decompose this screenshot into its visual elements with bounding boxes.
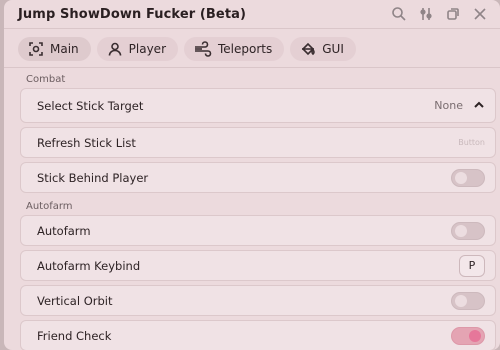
autofarm-toggle[interactable] <box>451 221 485 240</box>
autofarm-keybind-row: Autofarm Keybind P <box>20 250 496 281</box>
window-title: Jump ShowDown Fucker (Beta) <box>18 6 247 22</box>
minimize-icon[interactable] <box>443 4 463 24</box>
friend-check-toggle[interactable] <box>451 326 485 345</box>
tab-gui-label: GUI <box>322 42 344 56</box>
friend-check-row: Friend Check <box>20 320 496 350</box>
tab-gui[interactable]: GUI <box>290 37 356 61</box>
toggle-knob <box>469 329 481 342</box>
tab-player[interactable]: Player <box>96 37 178 61</box>
tabs-divider <box>4 67 500 68</box>
vertical-orbit-row: Vertical Orbit <box>20 285 496 316</box>
tab-bar: Main Player Teleports GUI <box>4 29 500 67</box>
vertical-orbit-toggle[interactable] <box>451 291 485 310</box>
autofarm-keybind-button[interactable]: P <box>459 254 485 277</box>
tab-main-label: Main <box>50 42 79 56</box>
stick-behind-player-label: Stick Behind Player <box>37 170 149 185</box>
select-stick-target-dropdown[interactable]: Select Stick Target None <box>20 88 496 123</box>
tab-teleports[interactable]: Teleports <box>184 37 285 61</box>
app-window: Jump ShowDown Fucker (Beta) Main Player <box>4 0 500 350</box>
titlebar-controls <box>389 4 490 24</box>
stick-behind-player-row: Stick Behind Player <box>20 162 496 193</box>
refresh-stick-list-button[interactable]: Refresh Stick List Button <box>20 127 496 158</box>
select-stick-target-label: Select Stick Target <box>37 98 144 113</box>
toggle-knob <box>455 294 467 307</box>
autofarm-label: Autofarm <box>37 223 91 238</box>
chevron-up-icon <box>473 99 485 113</box>
paint-bucket-icon <box>302 42 316 56</box>
wind-icon <box>195 41 212 57</box>
title-bar: Jump ShowDown Fucker (Beta) <box>4 0 500 28</box>
refresh-stick-list-label: Refresh Stick List <box>37 135 136 150</box>
target-icon <box>29 42 43 56</box>
section-header-combat: Combat <box>26 73 66 85</box>
section-header-autofarm: Autofarm <box>26 200 73 212</box>
toggle-knob <box>455 224 467 237</box>
search-icon[interactable] <box>389 4 409 24</box>
autofarm-row: Autofarm <box>20 215 496 246</box>
vertical-orbit-label: Vertical Orbit <box>37 293 113 308</box>
tab-main[interactable]: Main <box>18 37 91 61</box>
close-icon[interactable] <box>470 4 490 24</box>
button-hint: Button <box>458 138 485 147</box>
tab-player-label: Player <box>128 42 166 56</box>
settings-sliders-icon[interactable] <box>416 4 436 24</box>
user-icon <box>108 42 121 56</box>
stick-behind-player-toggle[interactable] <box>451 168 485 187</box>
tab-teleports-label: Teleports <box>218 42 273 56</box>
friend-check-label: Friend Check <box>37 328 112 343</box>
select-stick-target-value: None <box>434 99 463 112</box>
autofarm-keybind-label: Autofarm Keybind <box>37 258 141 273</box>
toggle-knob <box>455 171 467 184</box>
